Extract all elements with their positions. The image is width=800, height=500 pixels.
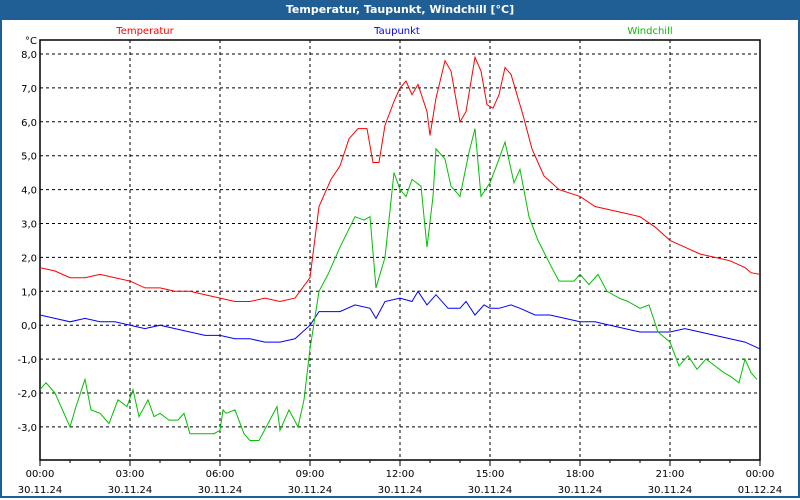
x-tick-time: 18:00	[566, 469, 595, 480]
x-tick-date: 30.11.24	[18, 485, 63, 496]
x-tick-time: 15:00	[476, 469, 505, 480]
x-tick-time: 00:00	[26, 469, 55, 480]
x-tick-time: 09:00	[296, 469, 325, 480]
x-tick-date: 30.11.24	[648, 485, 693, 496]
y-tick-label: 3,0	[21, 220, 37, 231]
y-tick-label: 0,0	[21, 321, 37, 332]
y-tick-label: -3,0	[17, 423, 37, 434]
y-tick-label: 2,0	[21, 253, 37, 264]
y-tick-label: -1,0	[17, 355, 37, 366]
y-axis-unit: °C	[25, 36, 37, 47]
legend-windchill: Windchill	[627, 26, 672, 37]
y-tick-label: -2,0	[17, 389, 37, 400]
x-tick-date: 01.12.24	[738, 485, 783, 496]
x-tick-date: 30.11.24	[108, 485, 153, 496]
x-tick-time: 21:00	[656, 469, 685, 480]
x-tick-time: 12:00	[386, 469, 415, 480]
y-tick-label: 5,0	[21, 152, 37, 163]
legend-taupunkt: Taupunkt	[373, 26, 420, 37]
y-tick-label: 7,0	[21, 84, 37, 95]
y-tick-label: 1,0	[21, 287, 37, 298]
y-tick-label: 4,0	[21, 186, 37, 197]
x-tick-date: 30.11.24	[378, 485, 423, 496]
y-tick-label: 8,0	[21, 50, 37, 61]
x-tick-time: 06:00	[206, 469, 235, 480]
chart-canvas: 8,0 7,0 6,0 5,0 4,0 3,0 2,0 1,0 0,0 -1,0 -2,0 -3,0 0…	[17, 26, 783, 496]
series-line-windchill	[39, 128, 758, 441]
x-tick-time: 03:00	[116, 469, 145, 480]
x-tick-date: 30.11.24	[558, 485, 603, 496]
legend-temperatur: Temperatur	[115, 26, 174, 37]
x-tick-date: 30.11.24	[198, 485, 243, 496]
x-tick-date: 30.11.24	[288, 485, 333, 496]
y-tick-label: 6,0	[21, 118, 37, 129]
x-tick-time: 00:00	[746, 469, 775, 480]
x-tick-date: 30.11.24	[468, 485, 513, 496]
